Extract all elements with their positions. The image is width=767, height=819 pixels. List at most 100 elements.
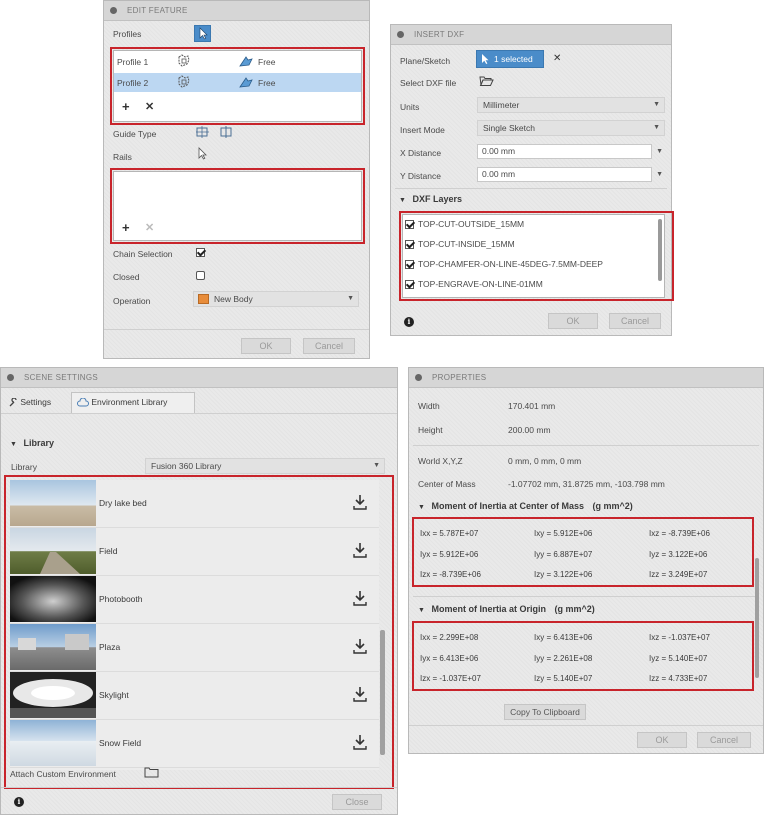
library-value: Fusion 360 Library (151, 461, 222, 471)
close-button[interactable]: Close (332, 794, 382, 810)
info-icon[interactable]: i (14, 797, 24, 807)
environment-list: Dry lake bed Field Photobooth Plaza Skyl… (10, 480, 379, 770)
moi-com-grid: Ixx = 5.787E+07 Ixy = 5.912E+06 Ixz = -8… (417, 520, 751, 584)
ok-button[interactable]: OK (548, 313, 598, 329)
units-label: Units (400, 102, 420, 112)
units-dropdown[interactable]: Millimeter ▼ (477, 97, 665, 113)
chevron-down-icon: ▼ (347, 295, 354, 302)
insert-dxf-titlebar[interactable]: INSERT DXF (391, 25, 671, 45)
list-item[interactable]: Dry lake bed (10, 480, 379, 528)
cloud-icon (77, 397, 89, 407)
x-distance-input[interactable]: 0.00 mm ▼ (477, 144, 663, 159)
panel-grip-icon (110, 7, 117, 14)
chevron-down-icon[interactable]: ▼ (656, 145, 663, 158)
edit-feature-titlebar[interactable]: EDIT FEATURE (104, 1, 369, 21)
cursor-arrow-icon[interactable] (197, 147, 209, 161)
chevron-down-icon[interactable]: ▼ (656, 168, 663, 181)
scrollbar[interactable] (755, 558, 759, 678)
moi-com-heading[interactable]: ▼ Moment of Inertia at Center of Mass (g… (418, 501, 633, 511)
properties-titlebar[interactable]: PROPERTIES (409, 368, 763, 388)
list-item[interactable]: Profile 2 Free (114, 73, 361, 92)
download-icon[interactable] (353, 542, 367, 558)
cancel-button[interactable]: Cancel (303, 338, 355, 354)
center-of-mass-value: -1.07702 mm, 31.8725 mm, -103.798 mm (508, 479, 665, 489)
library-label: Library (11, 462, 37, 472)
center-of-mass-label: Center of Mass (418, 479, 476, 489)
layer-row[interactable]: TOP-CUT-INSIDE_15MM (405, 239, 515, 250)
insert-dxf-panel: INSERT DXF Plane/Sketch 1 selected ✕ Sel… (390, 24, 674, 336)
cursor-arrow-icon (199, 27, 208, 40)
layer-name: TOP-CHAMFER-ON-LINE-45DEG-7.5MM-DEEP (418, 259, 603, 269)
guide-type-label: Guide Type (113, 129, 157, 139)
closed-checkbox[interactable] (196, 270, 208, 281)
profiles-select-button[interactable] (194, 25, 211, 42)
layer-row[interactable]: TOP-CUT-OUTSIDE_15MM (405, 219, 524, 230)
library-dropdown[interactable]: Fusion 360 Library ▼ (145, 458, 385, 474)
operation-dropdown[interactable]: New Body ▼ (193, 291, 359, 307)
ok-button[interactable]: OK (241, 338, 291, 354)
add-icon[interactable]: + (122, 220, 130, 235)
plane-selection-button[interactable]: 1 selected (476, 50, 544, 68)
divider (413, 445, 759, 446)
panel-title: EDIT FEATURE (127, 6, 188, 15)
dxf-layers-heading[interactable]: ▼ DXF Layers (399, 194, 462, 204)
width-label: Width (418, 401, 440, 411)
layer-row[interactable]: TOP-ENGRAVE-ON-LINE-01MM (405, 279, 543, 290)
chain-selection-checkbox[interactable] (196, 247, 208, 258)
moi-origin-heading[interactable]: ▼ Moment of Inertia at Origin (g mm^2) (418, 604, 595, 614)
divider (395, 188, 667, 189)
panel-grip-icon (7, 374, 14, 381)
download-icon[interactable] (353, 494, 367, 510)
moi-cell: Iyx = 5.912E+06 (420, 550, 479, 559)
download-icon[interactable] (353, 686, 367, 702)
height-label: Height (418, 425, 443, 435)
caret-down-icon: ▼ (418, 504, 425, 511)
height-value: 200.00 mm (508, 425, 551, 435)
scrollbar[interactable] (380, 630, 385, 755)
tab-environment-library[interactable]: Environment Library (71, 392, 195, 413)
wrench-icon (9, 397, 17, 407)
info-icon[interactable]: i (404, 317, 414, 327)
list-item[interactable]: Photobooth (10, 576, 379, 624)
guide-rails-icon[interactable] (195, 125, 210, 139)
folder-icon[interactable] (144, 766, 159, 778)
download-icon[interactable] (353, 590, 367, 606)
download-icon[interactable] (353, 734, 367, 750)
list-item[interactable]: Profile 1 Free (114, 53, 361, 70)
moi-cell: Izy = 5.140E+07 (534, 674, 593, 683)
profiles-label: Profiles (113, 29, 142, 39)
scrollbar[interactable] (658, 219, 662, 281)
library-heading[interactable]: ▼ Library (10, 438, 54, 448)
remove-icon[interactable]: ✕ (145, 100, 154, 113)
panel-grip-icon (397, 31, 404, 38)
list-item[interactable]: Snow Field (10, 720, 379, 768)
insert-mode-label: Insert Mode (400, 125, 445, 135)
profile-type: Free (258, 78, 276, 88)
clear-selection-icon[interactable]: ✕ (553, 53, 561, 64)
y-distance-input[interactable]: 0.00 mm ▼ (477, 167, 663, 182)
cancel-button[interactable]: Cancel (609, 313, 661, 329)
free-orientation-icon (239, 56, 253, 67)
layer-row[interactable]: TOP-CHAMFER-ON-LINE-45DEG-7.5MM-DEEP (405, 259, 603, 270)
folder-open-icon[interactable] (479, 75, 494, 87)
list-item[interactable]: Skylight (10, 672, 379, 720)
tab-settings[interactable]: Settings (4, 393, 67, 411)
moi-cell: Iyz = 5.140E+07 (649, 654, 708, 663)
scene-settings-titlebar[interactable]: SCENE SETTINGS (1, 368, 397, 388)
chevron-down-icon: ▼ (653, 101, 660, 108)
cancel-button[interactable]: Cancel (697, 732, 751, 748)
chain-selection-label: Chain Selection (113, 249, 173, 259)
insert-mode-dropdown[interactable]: Single Sketch ▼ (477, 120, 665, 136)
ok-button[interactable]: OK (637, 732, 687, 748)
moi-cell: Iyy = 2.261E+08 (534, 654, 593, 663)
environment-name: Snow Field (99, 738, 142, 748)
add-icon[interactable]: + (122, 99, 130, 114)
list-item[interactable]: Field (10, 528, 379, 576)
chevron-down-icon: ▼ (653, 124, 660, 131)
download-icon[interactable] (353, 638, 367, 654)
moi-cell: Izz = 3.249E+07 (649, 570, 708, 579)
copy-to-clipboard-button[interactable]: Copy To Clipboard (504, 704, 586, 720)
guide-centerline-icon[interactable] (219, 125, 234, 139)
list-item[interactable]: Plaza (10, 624, 379, 672)
free-orientation-icon (239, 77, 253, 88)
